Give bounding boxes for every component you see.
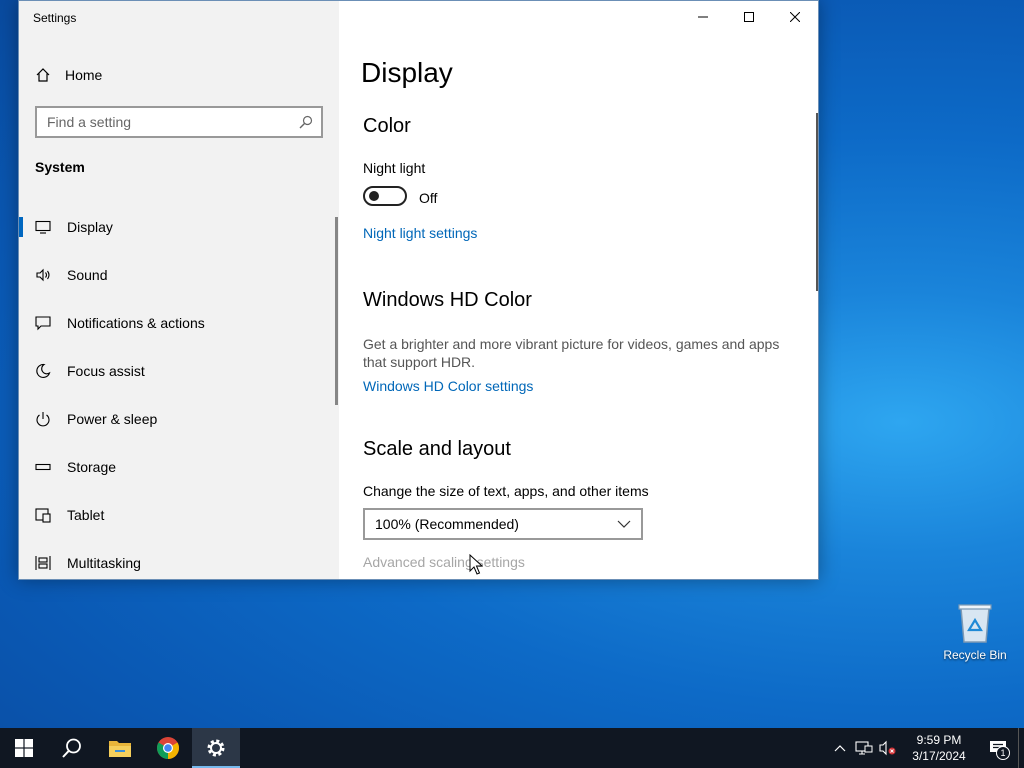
sidebar-item-power-sleep[interactable]: Power & sleep [19, 395, 339, 443]
scale-label: Change the size of text, apps, and other… [363, 483, 649, 499]
windows-logo-icon [15, 739, 33, 757]
settings-taskbar-button[interactable] [192, 728, 240, 768]
home-icon [36, 68, 50, 82]
volume-button[interactable] [876, 728, 900, 768]
notification-icon [35, 315, 51, 331]
file-explorer-button[interactable] [96, 728, 144, 768]
sidebar-item-label: Sound [67, 267, 108, 283]
toggle-knob [369, 191, 379, 201]
chevron-up-icon [834, 745, 846, 752]
night-light-settings-link[interactable]: Night light settings [363, 225, 477, 241]
hd-color-settings-link[interactable]: Windows HD Color settings [363, 378, 533, 394]
hd-color-heading: Windows HD Color [363, 289, 532, 311]
display-settings-panel: Display Color Night light Off Night ligh… [339, 1, 818, 579]
multitasking-icon [35, 555, 51, 571]
search-taskbar-button[interactable] [48, 728, 96, 768]
gear-icon [207, 739, 225, 757]
sidebar-item-label: Multitasking [67, 555, 141, 571]
settings-window: Settings Home System Display [18, 0, 819, 580]
home-label: Home [65, 67, 103, 83]
action-center-button[interactable]: 1 [978, 728, 1018, 768]
moon-icon [35, 363, 51, 379]
volume-muted-icon [879, 740, 896, 756]
sidebar-item-label: Display [67, 219, 113, 235]
search-icon [62, 738, 81, 758]
window-title: Settings [33, 11, 77, 25]
monitor-icon [35, 219, 51, 235]
folder-icon [109, 741, 131, 757]
sidebar-item-label: Notifications & actions [67, 315, 205, 331]
chevron-down-icon [617, 520, 631, 528]
search-icon [299, 115, 313, 129]
night-light-state: Off [419, 190, 438, 206]
sidebar-item-display[interactable]: Display [19, 203, 339, 251]
scale-dropdown-value: 100% (Recommended) [375, 516, 519, 532]
chrome-icon [157, 737, 179, 759]
content-scrollbar[interactable] [816, 113, 818, 291]
clock[interactable]: 9:59 PM 3/17/2024 [900, 732, 978, 764]
chrome-button[interactable] [144, 728, 192, 768]
network-button[interactable] [852, 728, 876, 768]
storage-icon [35, 459, 51, 475]
scale-dropdown[interactable]: 100% (Recommended) [363, 508, 643, 540]
clock-date: 3/17/2024 [912, 749, 966, 763]
show-hidden-icons-button[interactable] [828, 728, 852, 768]
hd-color-description: Get a brighter and more vibrant picture … [363, 336, 780, 370]
mouse-cursor-icon [469, 554, 483, 575]
close-icon [790, 12, 800, 22]
system-tray: 9:59 PM 3/17/2024 1 [828, 728, 1024, 768]
color-heading: Color [363, 115, 411, 137]
sidebar-item-notifications[interactable]: Notifications & actions [19, 299, 339, 347]
sidebar-item-tablet[interactable]: Tablet [19, 491, 339, 539]
minimize-icon [698, 16, 708, 18]
section-label: System [35, 159, 85, 175]
sidebar-item-multitasking[interactable]: Multitasking [19, 539, 339, 579]
recycle-bin-shortcut[interactable]: Recycle Bin [940, 600, 1010, 662]
show-desktop-button[interactable] [1018, 728, 1024, 768]
advanced-scaling-link: Advanced scaling settings [363, 554, 525, 570]
sidebar-scrollbar[interactable] [335, 217, 338, 405]
scale-layout-heading: Scale and layout [363, 438, 511, 460]
recycle-bin-label: Recycle Bin [943, 648, 1007, 662]
sidebar-item-label: Power & sleep [67, 411, 158, 427]
power-icon [35, 411, 51, 427]
close-button[interactable] [772, 1, 818, 33]
clock-time: 9:59 PM [916, 733, 962, 747]
network-icon [855, 741, 873, 755]
home-nav-item[interactable]: Home [35, 63, 102, 87]
search-input[interactable] [47, 114, 287, 130]
sidebar-item-storage[interactable]: Storage [19, 443, 339, 491]
sidebar-nav: Display Sound Notifications & actions Fo… [19, 203, 339, 579]
recycle-bin-icon [958, 604, 992, 643]
minimize-button[interactable] [680, 1, 726, 33]
window-controls [680, 1, 818, 33]
sidebar-item-focus-assist[interactable]: Focus assist [19, 347, 339, 395]
night-light-label: Night light [363, 160, 426, 176]
taskbar: 9:59 PM 3/17/2024 1 [0, 728, 1024, 768]
sidebar: Settings Home System Display [19, 1, 339, 579]
speaker-icon [35, 267, 51, 283]
notification-badge: 1 [996, 746, 1010, 760]
sidebar-item-label: Storage [67, 459, 117, 475]
night-light-toggle[interactable] [363, 186, 407, 206]
sidebar-item-label: Focus assist [67, 363, 145, 379]
search-box[interactable] [35, 106, 323, 138]
maximize-button[interactable] [726, 1, 772, 33]
sidebar-item-label: Tablet [67, 507, 105, 523]
sidebar-item-sound[interactable]: Sound [19, 251, 339, 299]
page-title: Display [361, 57, 453, 88]
maximize-icon [744, 12, 754, 22]
tablet-icon [35, 507, 51, 523]
start-button[interactable] [0, 728, 48, 768]
